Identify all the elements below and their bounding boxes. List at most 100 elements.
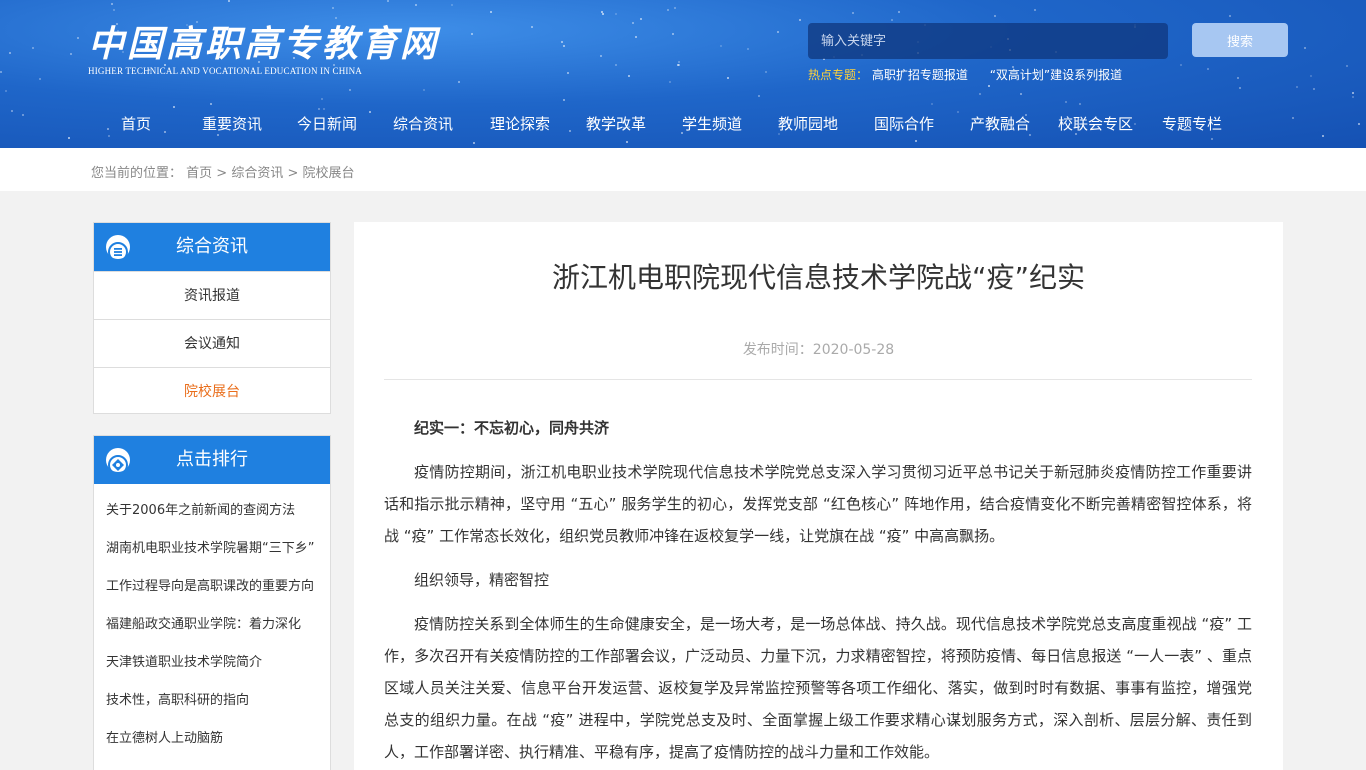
star-dot bbox=[561, 41, 563, 43]
star-dot bbox=[77, 37, 79, 39]
star-dot bbox=[672, 33, 674, 35]
star-dot bbox=[988, 85, 990, 87]
star-dot bbox=[1304, 47, 1306, 49]
article-subheading: 组织领导，精密智控 bbox=[414, 571, 550, 589]
star-dot bbox=[0, 71, 2, 73]
ranking-list-item[interactable]: 技术性，高职科研的指向 bbox=[94, 682, 330, 720]
search-input[interactable] bbox=[808, 23, 1168, 59]
sidebar-item-news-reports[interactable]: 资讯报道 bbox=[94, 271, 330, 319]
nav-item-theory[interactable]: 理论探索 bbox=[490, 106, 550, 142]
nav-item-important-news[interactable]: 重要资讯 bbox=[202, 106, 262, 142]
ranking-title: 点击排行 bbox=[176, 449, 248, 470]
star-dot bbox=[979, 93, 981, 95]
ranking-list-item[interactable]: 天津铁道职业技术学院简介 bbox=[94, 644, 330, 682]
sidebar-section-header: 综合资讯 bbox=[94, 223, 330, 271]
nav-item-home[interactable]: 首页 bbox=[121, 106, 151, 142]
star-dot bbox=[615, 13, 617, 15]
logo-english: HIGHER TECHNICAL AND VOCATIONAL EDUCATIO… bbox=[88, 66, 362, 76]
star-dot bbox=[70, 53, 72, 55]
star-dot bbox=[1239, 87, 1241, 89]
ranking-list-item[interactable]: 关于2006年之前新闻的查阅方法 bbox=[94, 492, 330, 530]
star-dot bbox=[567, 72, 569, 74]
star-dot bbox=[602, 13, 604, 15]
star-dot bbox=[387, 0, 389, 2]
article-paragraph: 疫情防控关系到全体师生的生命健康安全，是一场大考，是一场总体战、持久战。现代信息… bbox=[384, 615, 1252, 761]
star-dot bbox=[1065, 101, 1067, 103]
ranking-list-item[interactable]: 福建船政交通职业学院：着力深化 bbox=[94, 606, 330, 644]
star-dot bbox=[601, 11, 603, 13]
star-dot bbox=[321, 98, 323, 100]
hot-topic-link-2[interactable]: “双高计划”建设系列报道 bbox=[990, 68, 1122, 82]
star-dot bbox=[349, 89, 351, 91]
article-subheading: 纪实一：不忘初心，同舟共济 bbox=[414, 419, 610, 437]
nav-item-teachers[interactable]: 教师园地 bbox=[778, 106, 838, 142]
article-date: 发布时间：2020-05-28 bbox=[742, 342, 895, 358]
search-button[interactable]: 搜索 bbox=[1192, 23, 1288, 57]
star-dot bbox=[490, 11, 492, 13]
star-dot bbox=[747, 48, 749, 50]
logo-chinese: 中国高职高专教育网 bbox=[88, 23, 440, 65]
star-dot bbox=[111, 3, 113, 5]
star-dot bbox=[1079, 103, 1081, 105]
star-dot bbox=[799, 19, 801, 21]
article-panel: 浙江机电职院现代信息技术学院战“疫”纪实 发布时间：2020-05-28 纪实一… bbox=[354, 222, 1283, 770]
sidebar-section-title: 综合资讯 bbox=[176, 236, 248, 257]
star-dot bbox=[39, 78, 41, 80]
hot-topics-label: 热点专题： bbox=[808, 68, 869, 82]
star-dot bbox=[1207, 68, 1209, 70]
site-header: 中国高职高专教育网 HIGHER TECHNICAL AND VOCATIONA… bbox=[0, 0, 1366, 148]
star-dot bbox=[600, 55, 602, 57]
nav-item-today-news[interactable]: 今日新闻 bbox=[297, 106, 357, 142]
nav-item-industry[interactable]: 产教融合 bbox=[970, 106, 1030, 142]
breadcrumb-prefix: 您当前的位置： bbox=[91, 166, 183, 181]
star-dot bbox=[451, 4, 453, 6]
star-dot bbox=[720, 45, 722, 47]
star-dot bbox=[678, 64, 680, 66]
hot-topic-link-1[interactable]: 高职扩招专题报道 bbox=[872, 68, 968, 82]
star-dot bbox=[228, 0, 230, 2]
star-dot bbox=[1313, 88, 1315, 90]
main-nav: 首页 重要资讯 今日新闻 综合资讯 理论探索 教学改革 学生频道 教师园地 国际… bbox=[0, 106, 1366, 142]
star-dot bbox=[765, 71, 767, 73]
star-dot bbox=[5, 90, 7, 92]
star-dot bbox=[32, 47, 34, 49]
star-dot bbox=[1180, 64, 1182, 66]
star-dot bbox=[635, 36, 637, 38]
ranking-list-item[interactable]: 在立德树人上动脑筋 bbox=[94, 720, 330, 758]
nav-item-teaching-reform[interactable]: 教学改革 bbox=[586, 106, 646, 142]
star-dot bbox=[415, 4, 417, 6]
nav-item-alliance[interactable]: 校联会专区 bbox=[1058, 106, 1133, 142]
star-dot bbox=[994, 15, 996, 17]
ranking-list-item[interactable]: 工作过程导向是高职课改的重要方向 bbox=[94, 568, 330, 606]
site-logo[interactable]: 中国高职高专教育网 HIGHER TECHNICAL AND VOCATIONA… bbox=[88, 24, 439, 76]
star-dot bbox=[423, 89, 425, 91]
breadcrumb-home[interactable]: 首页 bbox=[186, 166, 212, 181]
ranking-list: 关于2006年之前新闻的查阅方法 湖南机电职业技术学院暑期“三下乡” 工作过程导… bbox=[94, 484, 330, 758]
star-dot bbox=[1237, 77, 1239, 79]
star-dot bbox=[758, 95, 760, 97]
star-dot bbox=[1020, 93, 1022, 95]
breadcrumb-general-news[interactable]: 综合资讯 bbox=[231, 166, 283, 181]
breadcrumb-separator: > bbox=[283, 166, 303, 181]
star-dot bbox=[1296, 86, 1298, 88]
sidebar-item-college-showcase[interactable]: 院校展台 bbox=[94, 367, 330, 415]
breadcrumb: 您当前的位置： 首页 > 综合资讯 > 院校展台 bbox=[91, 162, 355, 181]
star-dot bbox=[898, 11, 900, 13]
star-dot bbox=[931, 103, 933, 105]
star-dot bbox=[678, 61, 680, 63]
nav-item-students[interactable]: 学生频道 bbox=[682, 106, 742, 142]
ranking-list-item[interactable]: 湖南机电职业技术学院暑期“三下乡” bbox=[94, 530, 330, 568]
star-dot bbox=[335, 17, 337, 19]
star-dot bbox=[473, 142, 475, 144]
star-dot bbox=[777, 31, 779, 33]
article-paragraph: 疫情防控期间，浙江机电职业技术学院现代信息技术学院党总支深入学习贯彻习近平总书记… bbox=[384, 463, 1252, 545]
sidebar-item-meeting-notices[interactable]: 会议通知 bbox=[94, 319, 330, 367]
nav-item-special-topics[interactable]: 专题专栏 bbox=[1162, 106, 1222, 142]
star-dot bbox=[615, 64, 617, 66]
nav-item-general-news[interactable]: 综合资讯 bbox=[393, 106, 453, 142]
sidebar-ranking: 点击排行 关于2006年之前新闻的查阅方法 湖南机电职业技术学院暑期“三下乡” … bbox=[93, 435, 331, 770]
breadcrumb-college-showcase[interactable]: 院校展台 bbox=[303, 166, 355, 181]
article-title: 浙江机电职院现代信息技术学院战“疫”纪实 bbox=[551, 261, 1085, 294]
nav-item-international[interactable]: 国际合作 bbox=[874, 106, 934, 142]
breadcrumb-separator: > bbox=[212, 166, 232, 181]
